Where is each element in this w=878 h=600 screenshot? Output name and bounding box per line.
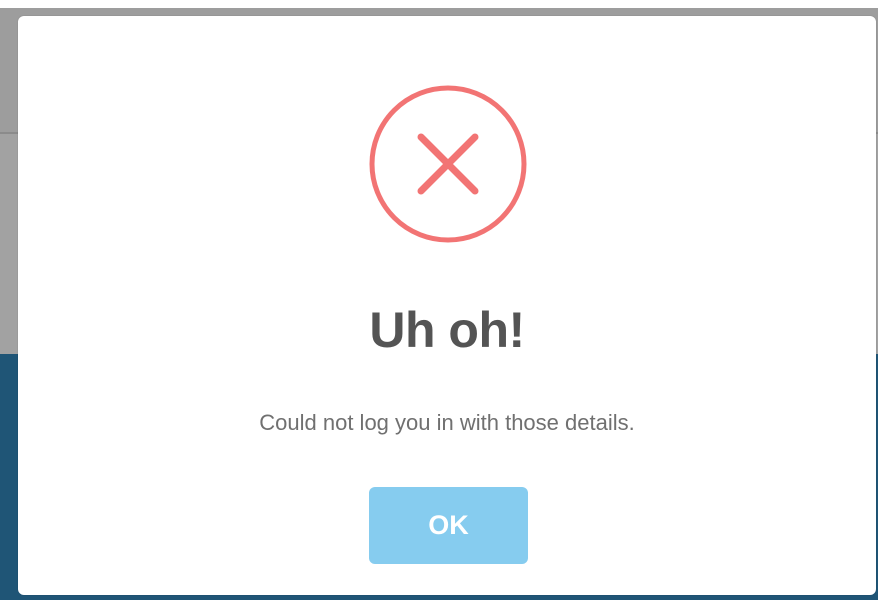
- ok-button[interactable]: OK: [369, 487, 528, 564]
- dialog-message: Could not log you in with those details.: [259, 410, 635, 435]
- error-x-circle-icon: [369, 85, 527, 243]
- backdrop-top-strip: [0, 0, 878, 8]
- dialog-title: Uh oh!: [369, 302, 525, 358]
- error-dialog: Uh oh! Could not log you in with those d…: [18, 16, 876, 595]
